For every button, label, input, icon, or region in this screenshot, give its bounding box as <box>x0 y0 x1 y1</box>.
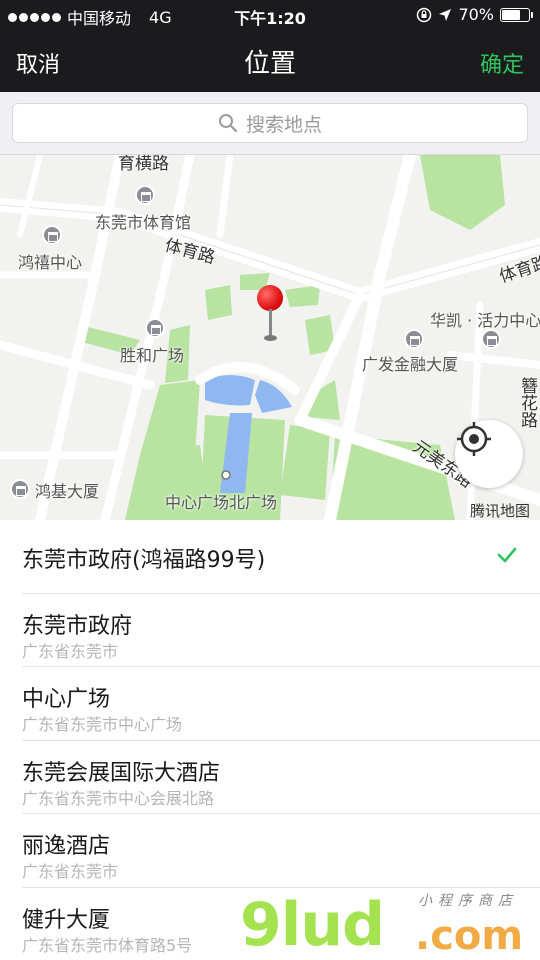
location-pin-icon[interactable] <box>257 285 283 341</box>
map-label-hongxi: 鸿禧中心 <box>18 253 83 272</box>
map-label-stadium: 东莞市体育馆 <box>95 213 192 232</box>
battery-icon <box>500 7 533 22</box>
confirm-button[interactable]: 确定 <box>480 47 524 79</box>
search-placeholder: 搜索地点 <box>245 113 322 136</box>
location-result-address: 广东省东莞市 <box>22 641 119 661</box>
location-result-item[interactable]: 东莞会展国际大酒店 广东省东莞市中心会展北路 <box>22 741 540 814</box>
shenghe-poi-icon <box>145 318 165 338</box>
map-label-hongji: 鸿基大厦 <box>35 482 100 501</box>
location-result-address: 广东省东莞市中心广场 <box>22 715 183 734</box>
location-result-address: 广东省东莞市 <box>22 862 119 881</box>
crosshair-icon <box>457 422 491 456</box>
location-result-item[interactable]: 东莞市政府(鸿福路99号) <box>22 520 540 594</box>
nav-bar: 取消 位置 确定 <box>0 30 540 92</box>
location-result-address: 广东省东莞市中心会展北路 <box>22 788 215 808</box>
location-result-item[interactable]: 健升大厦 广东省东莞市体育路5号 <box>22 888 540 960</box>
map-label-zhongxin-north: 中心广场北广场 <box>165 493 278 512</box>
location-result-title: 东莞市政府 <box>22 613 133 639</box>
search-bar: 搜索地点 <box>0 92 540 155</box>
location-result-title: 中心广场 <box>22 687 111 712</box>
location-result-title: 丽逸酒店 <box>22 834 111 859</box>
map-label-yuhang: 育横路 <box>118 155 169 174</box>
huakai-poi-icon <box>404 329 424 349</box>
map-copyright: 腾讯地图 <box>470 502 531 520</box>
location-result-title: 东莞市政府(鸿福路99号) <box>22 548 266 573</box>
location-result-title: 东莞会展国际大酒店 <box>22 760 221 786</box>
battery-percent: 70% <box>458 5 494 24</box>
map-view[interactable]: 东莞市体育馆 育横路 鸿禧中心 体育路 体育路 胜和广场 华凯 · 活力中心 广… <box>0 155 540 520</box>
status-bar: 中国移动 4G 下午1:20 70% <box>0 0 540 30</box>
orientation-lock-icon <box>417 7 432 22</box>
search-input[interactable]: 搜索地点 <box>12 103 528 143</box>
hongxi-poi-icon <box>42 225 62 245</box>
location-arrow-icon <box>439 8 452 21</box>
location-result-address: 广东省东莞市体育路5号 <box>22 935 193 955</box>
status-right: 70% <box>416 5 533 24</box>
stadium-poi-icon <box>135 185 155 205</box>
hongji-poi-icon <box>10 479 30 499</box>
map-label-right-vertical: 簪花路 <box>517 377 537 428</box>
location-result-item[interactable]: 中心广场 广东省东莞市中心广场 <box>22 667 540 741</box>
map-label-shenghe: 胜和广场 <box>120 346 185 365</box>
huakai-poi-icon-2 <box>481 329 501 349</box>
check-icon <box>497 547 517 563</box>
page-title: 位置 <box>243 49 296 79</box>
location-result-item[interactable]: 东莞市政府 广东省东莞市 <box>22 594 540 667</box>
locate-me-button[interactable] <box>455 420 523 488</box>
location-results-list: 东莞市政府(鸿福路99号) 东莞市政府 广东省东莞市 中心广场 广东省东莞市中心… <box>0 520 540 960</box>
search-icon <box>218 114 238 133</box>
location-result-title: 健升大厦 <box>22 907 111 933</box>
map-label-huakai: 华凯 · 活力中心 <box>430 311 540 330</box>
location-result-item[interactable]: 丽逸酒店 广东省东莞市 <box>22 814 540 888</box>
map-label-guangfa: 广发金融大厦 <box>362 355 459 374</box>
